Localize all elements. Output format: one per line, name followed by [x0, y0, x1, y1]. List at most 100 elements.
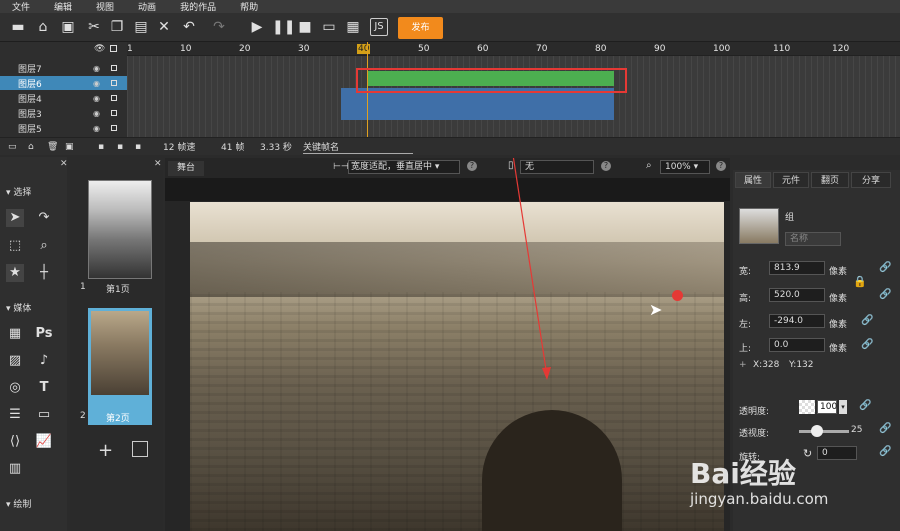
menu-view[interactable]: 视图: [96, 0, 114, 13]
copy-layer-icon[interactable]: ▣: [65, 142, 74, 152]
opacity-swatch[interactable]: [799, 400, 815, 414]
width-input[interactable]: 813.9: [769, 261, 825, 275]
tab-properties[interactable]: 属性: [735, 172, 771, 188]
video-icon[interactable]: ◎: [6, 379, 24, 397]
open-folder-icon[interactable]: ⌂: [34, 18, 52, 36]
image-icon[interactable]: ▨: [6, 352, 24, 370]
timeline-ruler[interactable]: 1 10 20 30 40 50 60 70 80 90 100 110 120: [127, 42, 900, 56]
blur-slider-handle[interactable]: [811, 425, 823, 437]
section-media[interactable]: ▾ 媒体: [0, 301, 67, 315]
left-input[interactable]: -294.0: [769, 314, 825, 328]
grid-icon[interactable]: ▦: [6, 325, 24, 343]
visibility-icon[interactable]: ◉: [93, 124, 100, 133]
close-icon[interactable]: ✕: [60, 159, 68, 169]
link-icon[interactable]: 🔗: [879, 423, 891, 434]
lock-icon[interactable]: [111, 95, 117, 101]
link-icon[interactable]: 🔗: [861, 339, 873, 350]
insert-page-icon[interactable]: [132, 441, 148, 457]
barcode-icon[interactable]: ▥: [6, 460, 24, 478]
tab-page-flip[interactable]: 翻页: [811, 172, 849, 188]
node-tool-icon[interactable]: ↷: [35, 209, 53, 227]
eye-icon[interactable]: 👁: [94, 44, 105, 54]
zoom-tool-icon[interactable]: ⌕: [35, 237, 53, 255]
playhead-label[interactable]: 40: [357, 44, 371, 54]
rotate-icon[interactable]: ↻: [803, 447, 812, 460]
publish-button[interactable]: 发布: [398, 17, 443, 39]
visibility-icon[interactable]: ◉: [93, 109, 100, 118]
text-icon[interactable]: T: [35, 379, 53, 397]
js-icon[interactable]: JS: [370, 18, 388, 36]
audio-icon[interactable]: ♪: [35, 352, 53, 370]
transform-tool-icon[interactable]: ⬚: [6, 237, 24, 255]
height-input[interactable]: 520.0: [769, 288, 825, 302]
menu-animation[interactable]: 动画: [138, 0, 156, 13]
add-page-icon[interactable]: +: [98, 440, 113, 461]
section-draw[interactable]: ▾ 绘制: [0, 497, 67, 511]
keyframe-name-field[interactable]: 关键帧名: [303, 140, 413, 154]
cut-icon[interactable]: ✂: [85, 18, 103, 36]
lock-icon[interactable]: [111, 80, 117, 86]
slideshow-icon[interactable]: ▭: [35, 406, 53, 424]
delete-layer-icon[interactable]: 🗑: [47, 142, 58, 152]
opacity-dropdown-icon[interactable]: ▾: [839, 400, 847, 414]
pause-icon[interactable]: ❚❚: [272, 18, 295, 36]
arrow-select-tool-icon[interactable]: ➤: [6, 209, 24, 227]
delete-icon[interactable]: ✕: [155, 18, 173, 36]
chart-icon[interactable]: 📈: [35, 433, 53, 451]
blank-frame-icon[interactable]: ▪: [135, 142, 141, 152]
guide-tool-icon[interactable]: ┼: [35, 264, 53, 282]
new-file-icon[interactable]: ▬: [9, 18, 27, 36]
visibility-icon[interactable]: ◉: [93, 79, 100, 88]
menu-file[interactable]: 文件: [12, 0, 30, 13]
lock-icon[interactable]: [111, 110, 117, 116]
frame-icon[interactable]: ▪: [98, 142, 104, 152]
lock-icon[interactable]: [110, 45, 117, 52]
play-icon[interactable]: ▶: [248, 18, 266, 36]
top-input[interactable]: 0.0: [769, 338, 825, 352]
qr-code-icon[interactable]: ▦: [344, 18, 362, 36]
layer-row[interactable]: 图层5 ◉: [0, 121, 127, 135]
link-icon[interactable]: 🔗: [859, 400, 871, 411]
link-icon[interactable]: 🔗: [879, 262, 891, 273]
name-field[interactable]: 名称: [785, 232, 841, 246]
link-icon[interactable]: 🔗: [879, 289, 891, 300]
photoshop-icon[interactable]: Ps: [35, 325, 53, 343]
add-folder-icon[interactable]: ⌂: [28, 142, 34, 152]
lock-ratio-icon[interactable]: 🔒: [853, 275, 867, 288]
blur-slider-track[interactable]: [799, 430, 849, 433]
preview-icon[interactable]: ▭: [320, 18, 338, 36]
keyframe-icon[interactable]: ▪: [117, 142, 123, 152]
opacity-input[interactable]: 100: [817, 400, 837, 414]
menu-help[interactable]: 帮助: [240, 0, 258, 13]
page-thumbnail-2[interactable]: [88, 308, 152, 425]
redo-icon[interactable]: ↷: [210, 18, 228, 36]
add-layer-icon[interactable]: ▭: [8, 142, 17, 152]
star-tool-icon[interactable]: ★: [6, 264, 24, 282]
layer-row[interactable]: 图层3 ◉: [0, 106, 127, 120]
code-icon[interactable]: ⟨⟩: [6, 433, 24, 451]
visibility-icon[interactable]: ◉: [93, 64, 100, 73]
section-select[interactable]: ▾ 选择: [0, 185, 67, 199]
close-icon[interactable]: ✕: [154, 159, 162, 169]
menu-edit[interactable]: 编辑: [54, 0, 72, 13]
lock-icon[interactable]: [111, 65, 117, 71]
visibility-icon[interactable]: ◉: [93, 94, 100, 103]
layer-row[interactable]: 图层7 ◉: [0, 61, 127, 75]
lock-icon[interactable]: [111, 125, 117, 131]
paste-icon[interactable]: ▤: [132, 18, 150, 36]
link-icon[interactable]: 🔗: [861, 315, 873, 326]
timeline-tracks[interactable]: [127, 42, 900, 137]
copy-icon[interactable]: ❐: [108, 18, 126, 36]
stop-icon[interactable]: ■: [296, 18, 314, 36]
page-thumbnail-1[interactable]: [88, 180, 152, 279]
paragraph-icon[interactable]: ☰: [6, 406, 24, 424]
tab-share[interactable]: 分享: [851, 172, 891, 188]
undo-icon[interactable]: ↶: [180, 18, 198, 36]
link-icon[interactable]: 🔗: [879, 446, 891, 457]
menu-my-works[interactable]: 我的作品: [180, 0, 216, 13]
layer-row-selected[interactable]: 图层6 ◉: [0, 76, 127, 90]
rotation-input[interactable]: 0: [817, 446, 857, 460]
tab-components[interactable]: 元件: [773, 172, 809, 188]
save-icon[interactable]: ▣: [59, 18, 77, 36]
layer-row[interactable]: 图层4 ◉: [0, 91, 127, 105]
